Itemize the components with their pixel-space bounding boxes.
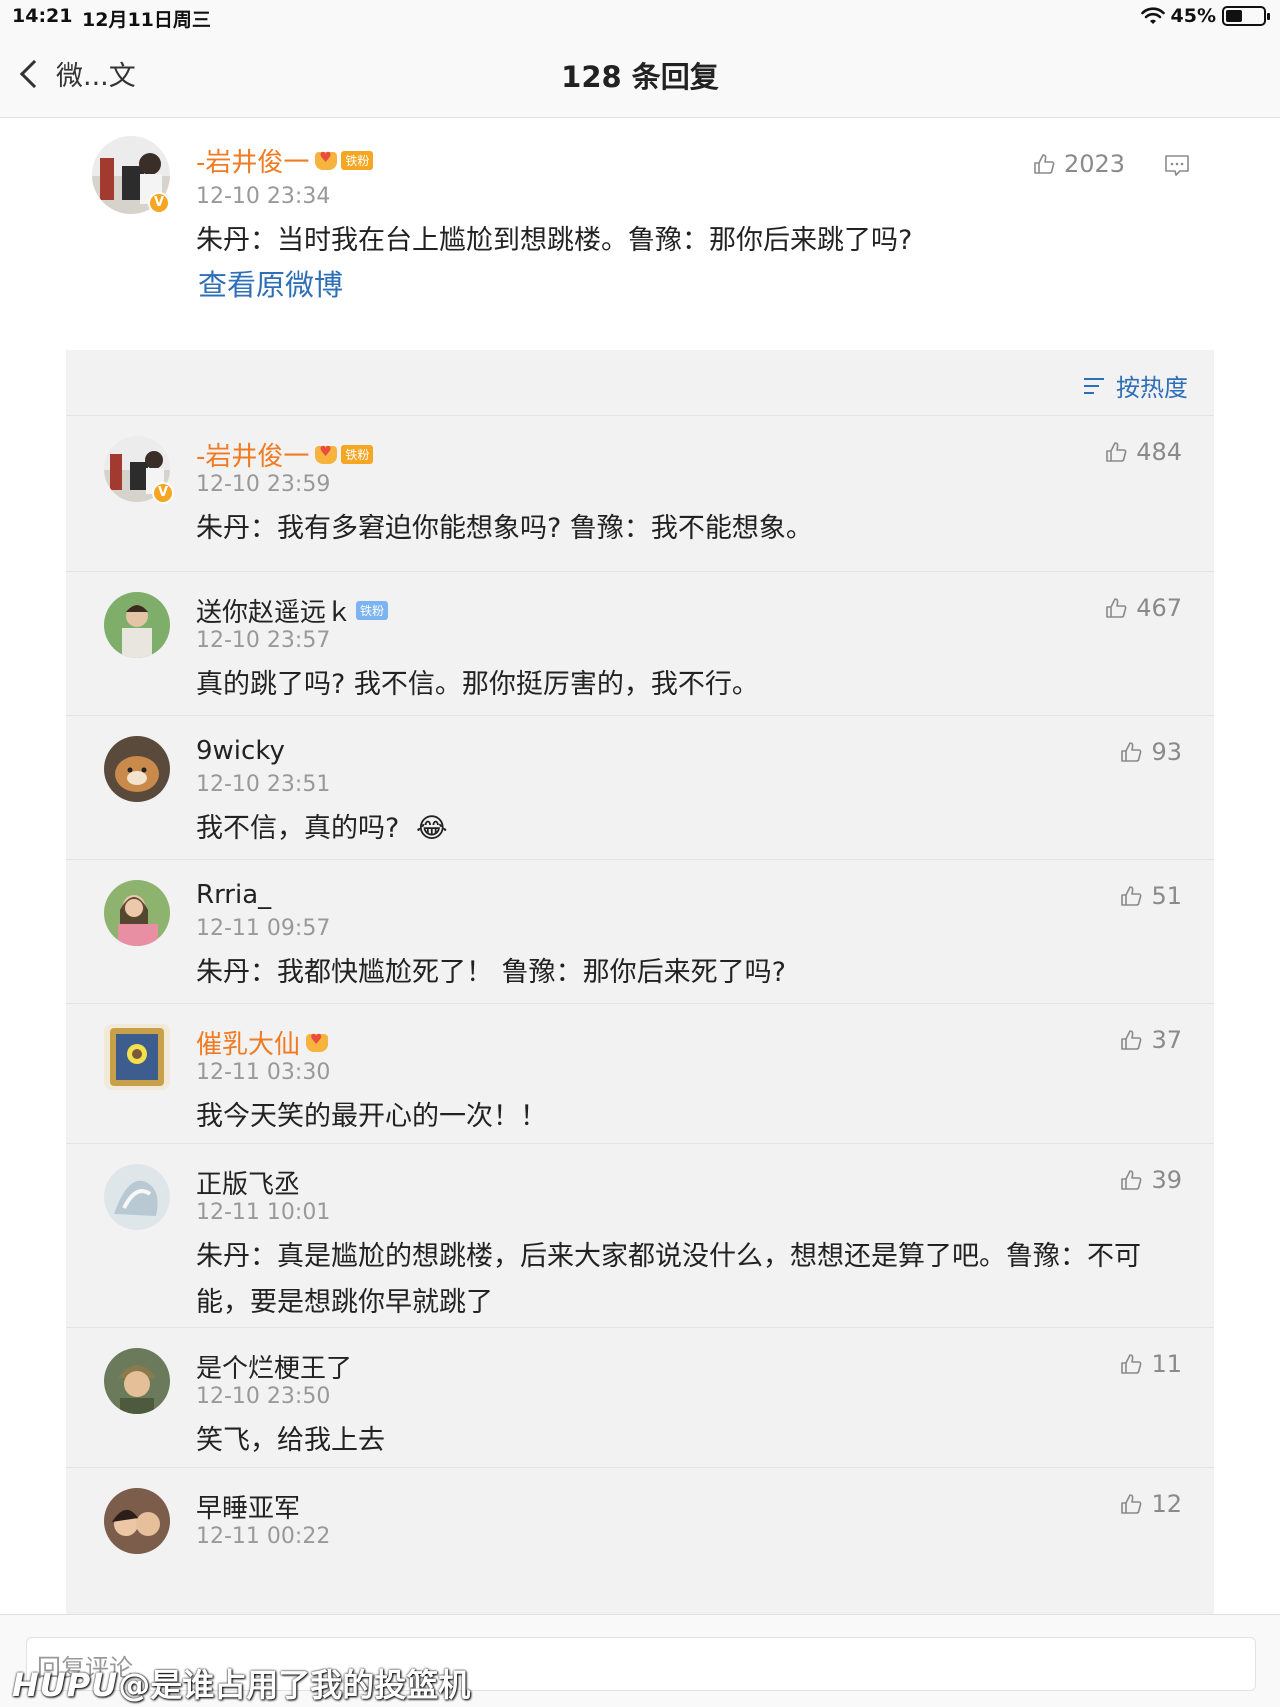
comment-text: 笑飞，给我上去	[196, 1425, 385, 1456]
comment-item: 送你赵遥远ｋ 铁粉 12-10 23:57 真的跳了吗? 我不信。那你挺厉害的，…	[66, 571, 1214, 715]
comment-time: 12-11 10:01	[196, 1200, 331, 1225]
watermark-handle: @是谁占用了我的投篮机	[118, 1666, 471, 1704]
comment-item: 早睡亚军 12-11 00:22 12	[66, 1467, 1214, 1614]
vip-crown-icon	[315, 150, 338, 170]
nav-bar: 微...文 128 条回复	[0, 34, 1280, 118]
comment-item: 是个烂梗王了 12-10 23:50 笑飞，给我上去 11	[66, 1327, 1214, 1467]
thumbs-up-icon	[1121, 1494, 1142, 1514]
watermark: HUPU@是谁占用了我的投篮机	[12, 1660, 470, 1706]
verified-icon: V	[152, 482, 174, 504]
verified-icon: V	[148, 192, 170, 214]
battery-fill	[1226, 10, 1242, 22]
comment-like-count: 37	[1151, 1026, 1182, 1054]
comment-author[interactable]: -岩井俊一	[196, 436, 309, 473]
sort-icon	[1084, 375, 1108, 397]
battery-percent: 45%	[1170, 5, 1216, 27]
comment-like-count: 11	[1151, 1350, 1182, 1378]
post-time: 12-10 23:34	[196, 184, 331, 209]
comment-author[interactable]: 正版飞丞	[196, 1164, 300, 1201]
comment-time: 12-10 23:59	[196, 472, 331, 497]
comment-like-count: 39	[1151, 1166, 1182, 1194]
comment-item: Rrria_ 12-11 09:57 朱丹：我都快尴尬死了！ 鲁豫：那你后来死了…	[66, 859, 1214, 1003]
fan-badge: 铁粉	[356, 601, 389, 620]
avatar[interactable]	[104, 736, 170, 802]
comment-like-count: 12	[1151, 1490, 1182, 1518]
thumbs-up-icon	[1121, 886, 1142, 906]
comment-like-button[interactable]: 51	[1119, 882, 1182, 910]
thumbs-up-icon	[1106, 442, 1127, 462]
comment-like-count: 467	[1136, 594, 1182, 622]
post-like-count: 2023	[1064, 150, 1126, 178]
comment-author[interactable]: 9wicky	[196, 736, 285, 766]
avatar[interactable]	[104, 880, 170, 946]
page-title: 128 条回复	[561, 60, 719, 94]
comment-time: 12-11 00:22	[196, 1524, 331, 1549]
comment-time: 12-11 09:57	[196, 916, 331, 941]
thumbs-up-icon	[1034, 154, 1055, 174]
avatar[interactable]	[104, 1024, 170, 1090]
comment-text: 我不信，真的吗?	[196, 813, 400, 844]
fan-badge: 铁粉	[341, 151, 374, 170]
avatar[interactable]	[104, 592, 170, 658]
post-text: 朱丹：当时我在台上尴尬到想跳楼。鲁豫：那你后来跳了吗?	[196, 225, 913, 256]
comment-list: 按热度 V -岩井俊一 铁粉 12-10 23:59 朱丹：我有多窘迫你能想象吗…	[66, 350, 1214, 1614]
comment-item: 9wicky 12-10 23:51 我不信，真的吗? 😂 93	[66, 715, 1214, 859]
vip-crown-icon	[315, 444, 338, 464]
comment-text: 朱丹：我都快尴尬死了！ 鲁豫：那你后来死了吗?	[196, 957, 786, 988]
comment-like-button[interactable]: 37	[1119, 1026, 1182, 1054]
comment-like-count: 93	[1151, 738, 1182, 766]
status-bar: 14:21 12月11日周三 45%	[0, 0, 1280, 34]
avatar[interactable]	[104, 1348, 170, 1414]
comment-author[interactable]: Rrria_	[196, 880, 271, 910]
avatar[interactable]	[104, 1488, 170, 1554]
post-like-button[interactable]: 2023	[1032, 150, 1125, 178]
comment-like-button[interactable]: 39	[1119, 1166, 1182, 1194]
thumbs-up-icon	[1121, 1030, 1142, 1050]
comment-item: 正版飞丞 12-11 10:01 朱丹：真是尴尬的想跳楼，后来大家都说没什么，想…	[66, 1143, 1214, 1327]
watermark-brand: HUPU	[12, 1666, 119, 1704]
comment-item: 催乳大仙 12-11 03:30 我今天笑的最开心的一次！！ 37	[66, 1003, 1214, 1143]
vip-crown-icon	[306, 1032, 329, 1052]
fan-badge: 铁粉	[341, 445, 374, 464]
comment-like-button[interactable]: 484	[1104, 438, 1182, 466]
thumbs-up-icon	[1121, 1354, 1142, 1374]
comment-like-button[interactable]: 93	[1119, 738, 1182, 766]
battery-icon	[1222, 6, 1270, 26]
comment-like-button[interactable]: 11	[1119, 1350, 1182, 1378]
comment-text: 真的跳了吗? 我不信。那你挺厉害的，我不行。	[196, 669, 759, 700]
comment-author[interactable]: 早睡亚军	[196, 1488, 300, 1525]
comment-text: 朱丹：真是尴尬的想跳楼，后来大家都说没什么，想想还是算了吧。鲁豫：不可能，要是想…	[196, 1241, 1141, 1318]
status-right: 45%	[1140, 5, 1270, 27]
comment-like-count: 51	[1151, 882, 1182, 910]
comment-time: 12-10 23:50	[196, 1384, 331, 1409]
comment-icon[interactable]	[1164, 154, 1190, 178]
post-author[interactable]: -岩井俊一	[196, 142, 309, 179]
comment-time: 12-11 03:30	[196, 1060, 331, 1085]
comment-text: 我今天笑的最开心的一次！！	[196, 1101, 547, 1132]
thumbs-up-icon	[1121, 1170, 1142, 1190]
status-time: 14:21	[12, 5, 73, 27]
avatar[interactable]	[104, 1164, 170, 1230]
original-post: V -岩井俊一 铁粉 12-10 23:34 朱丹：当时我在台上尴尬到想跳楼。鲁…	[0, 118, 1280, 350]
comment-author[interactable]: 送你赵遥远ｋ	[196, 592, 352, 629]
comment-like-button[interactable]: 12	[1119, 1490, 1182, 1518]
laughing-emoji: 😂	[415, 813, 448, 844]
sort-label: 按热度	[1116, 374, 1188, 402]
comment-author[interactable]: 催乳大仙	[196, 1024, 300, 1061]
status-date: 12月11日周三	[82, 9, 211, 31]
thumbs-up-icon	[1106, 598, 1127, 618]
comment-author[interactable]: 是个烂梗王了	[196, 1348, 352, 1385]
comment-text-row: 我不信，真的吗? 😂	[196, 806, 1166, 852]
view-original-link[interactable]: 查看原微博	[198, 262, 343, 304]
thumbs-up-icon	[1121, 742, 1142, 762]
comment-item: V -岩井俊一 铁粉 12-10 23:59 朱丹：我有多窘迫你能想象吗? 鲁豫…	[66, 415, 1214, 571]
comment-time: 12-10 23:57	[196, 628, 331, 653]
wifi-icon	[1140, 7, 1165, 24]
comment-time: 12-10 23:51	[196, 772, 331, 797]
comment-like-count: 484	[1136, 438, 1182, 466]
comment-text: 朱丹：我有多窘迫你能想象吗? 鲁豫：我不能想象。	[196, 513, 813, 544]
sort-button[interactable]: 按热度	[1084, 368, 1188, 403]
comment-like-button[interactable]: 467	[1104, 594, 1182, 622]
